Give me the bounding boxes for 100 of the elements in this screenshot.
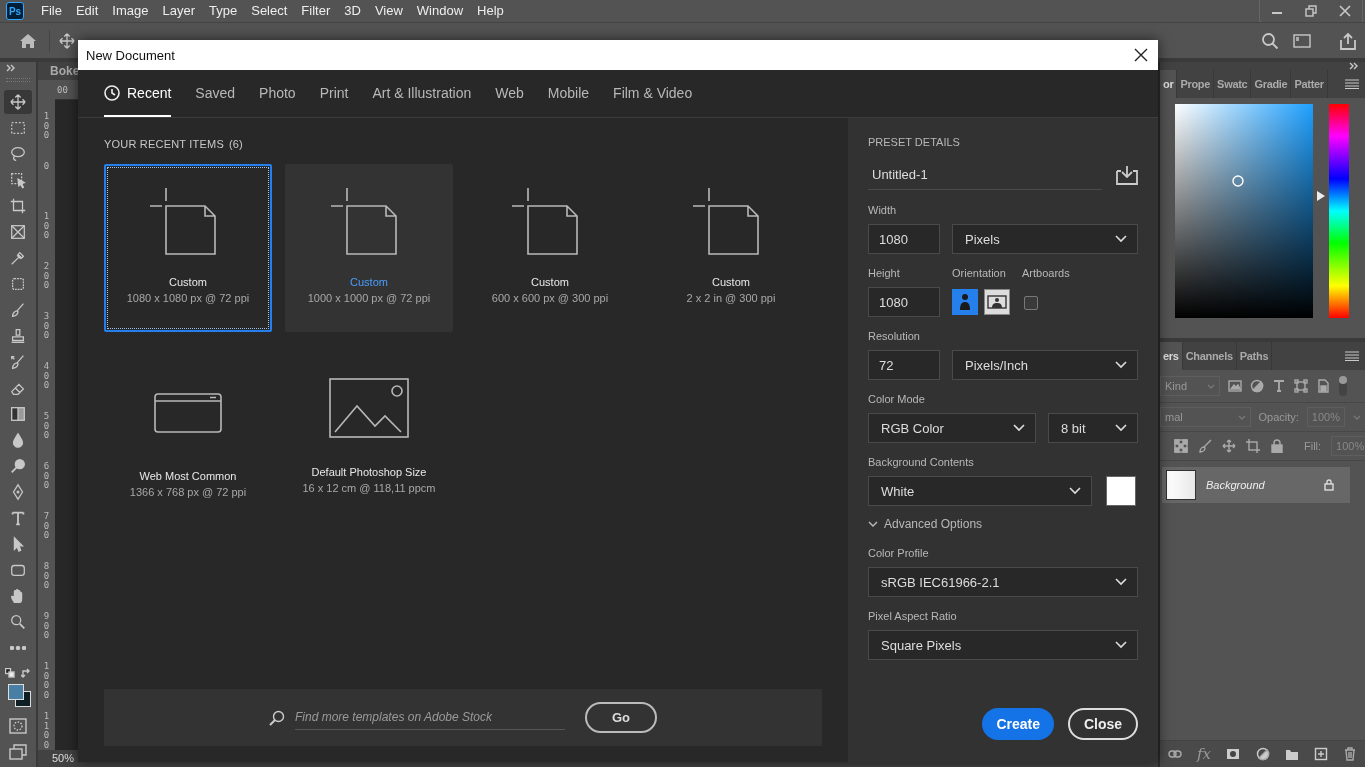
half-circle-icon[interactable] [1250, 379, 1264, 393]
workspace-icon[interactable] [1293, 33, 1311, 48]
panel-tab[interactable]: Swatc [1214, 70, 1252, 98]
preset-card[interactable]: Default Photoshop Size 16 x 12 cm @ 118,11 ppcm [285, 358, 453, 526]
chevron-down-icon [1207, 383, 1215, 389]
default-colors-icon[interactable] [5, 668, 15, 678]
type-tool-icon[interactable] [1272, 379, 1286, 393]
double-chevron-icon[interactable] [6, 64, 16, 72]
brush-icon [9, 301, 27, 319]
menu-item[interactable]: Image [105, 0, 156, 22]
unit-dropdown[interactable]: Pixels [952, 224, 1138, 254]
panel-tab[interactable]: Gradie [1251, 70, 1292, 98]
screen-mode-icon[interactable] [9, 744, 27, 760]
search-field[interactable]: Find more templates on Adobe Stock [295, 705, 565, 730]
tab[interactable]: Recent [104, 70, 172, 117]
panel-tab[interactable]: or [1160, 70, 1178, 98]
menu-item[interactable]: Type [202, 0, 245, 22]
menu-item[interactable]: Help [470, 0, 511, 22]
eyedropper-icon [9, 249, 27, 267]
portrait-button[interactable] [952, 289, 978, 315]
search-icon[interactable] [1261, 31, 1279, 50]
zoom-icon [9, 613, 27, 631]
trash-icon[interactable] [1343, 747, 1358, 761]
artboard-icon[interactable] [1246, 439, 1260, 453]
name-field[interactable]: Untitled-1 [868, 160, 1102, 190]
ruler-label: 0 [43, 162, 50, 173]
menu-item[interactable]: Filter [294, 0, 338, 22]
preset-card[interactable]: Custom 2 x 2 in @ 300 ppi [647, 164, 815, 332]
brush-icon[interactable] [1198, 439, 1212, 453]
background-dropdown[interactable]: White [868, 476, 1092, 506]
double-chevron-icon[interactable] [1349, 62, 1359, 70]
quick-mask-icon[interactable] [9, 718, 27, 734]
bit-depth-dropdown[interactable]: 8 bit [1048, 413, 1138, 443]
resolution-field[interactable]: 72 [868, 350, 940, 380]
panel-tab[interactable]: Patter [1291, 70, 1328, 98]
swap-colors-icon[interactable] [21, 668, 31, 678]
menu-icon[interactable] [1345, 79, 1359, 89]
move-icon[interactable] [58, 31, 76, 50]
width-field[interactable]: 1080 [868, 224, 940, 254]
link-icon[interactable] [1167, 747, 1182, 761]
image-icon[interactable] [1228, 379, 1242, 393]
share-icon[interactable] [1339, 31, 1357, 50]
lock-icon[interactable] [1270, 439, 1284, 453]
tool-button[interactable] [4, 90, 32, 114]
menu-item[interactable]: View [367, 0, 410, 22]
landscape-button[interactable] [984, 289, 1010, 315]
ruler-label: 900 [43, 612, 50, 642]
panel-tab[interactable]: Paths [1236, 342, 1273, 370]
go-button[interactable]: Go [585, 702, 657, 733]
mask-icon[interactable] [1226, 747, 1241, 761]
unit-dropdown[interactable]: Pixels/Inch [952, 350, 1138, 380]
new-layer-icon[interactable] [1314, 747, 1329, 761]
home-icon[interactable] [19, 32, 37, 49]
layer-thumbnail [1166, 470, 1196, 500]
chevron-down-icon[interactable] [868, 520, 878, 528]
menu-item[interactable]: Select [244, 0, 295, 22]
panel-tab[interactable]: ers [1160, 342, 1183, 370]
chevron-down-icon [1237, 414, 1246, 420]
ruler-label: 500 [43, 412, 50, 442]
selection-cursor-icon [9, 171, 27, 189]
menu-item[interactable]: Layer [155, 0, 203, 22]
toggle-icon[interactable] [1338, 375, 1348, 397]
artboards-checkbox[interactable] [1024, 296, 1038, 310]
folder-icon[interactable] [1284, 747, 1299, 761]
search-icon [269, 709, 285, 726]
menu-item[interactable]: Edit [68, 0, 106, 22]
smart-object-icon[interactable] [1316, 379, 1330, 393]
color-profile-dropdown[interactable]: sRGB IEC61966-2.1 [868, 567, 1138, 597]
transform-icon[interactable] [1294, 379, 1308, 393]
checkerboard-icon[interactable] [1174, 439, 1188, 453]
save-preset-icon[interactable] [1116, 165, 1138, 185]
dialog-title: New Document [86, 47, 175, 63]
panel-tab[interactable]: Prope [1177, 70, 1215, 98]
stamp-icon [9, 327, 27, 345]
preset-card[interactable]: Web Most Common 1366 x 768 px @ 72 ppi [104, 358, 272, 526]
create-button[interactable]: Create [982, 708, 1054, 740]
move-icon [9, 93, 27, 111]
layer-row[interactable]: Background [1162, 467, 1350, 503]
menu-item[interactable]: File [34, 0, 69, 22]
color-field[interactable] [1175, 104, 1313, 318]
preset-card[interactable]: Custom 1000 x 1000 px @ 72 ppi [285, 164, 453, 332]
color-mode-dropdown[interactable]: RGB Color [868, 413, 1036, 443]
menu-icon[interactable] [1345, 351, 1359, 361]
preset-card[interactable]: Custom 600 x 600 px @ 300 ppi [466, 164, 634, 332]
move-icon[interactable] [1222, 439, 1236, 453]
menu-item[interactable]: 3D [337, 0, 368, 22]
advanced-options-toggle[interactable]: Advanced Options [884, 517, 983, 531]
close-button[interactable]: Close [1068, 708, 1138, 740]
close-icon[interactable] [1134, 48, 1148, 62]
hue-pointer-icon[interactable] [1317, 191, 1325, 201]
pixel-aspect-dropdown[interactable]: Square Pixels [868, 630, 1138, 660]
menu-item[interactable]: Window [409, 0, 471, 22]
field-label: Pixel Aspect Ratio [868, 610, 958, 624]
half-circle-icon[interactable] [1255, 747, 1270, 761]
color-swatch[interactable] [1106, 476, 1136, 506]
ruler-label: 300 [43, 312, 50, 342]
height-field[interactable]: 1080 [868, 287, 940, 317]
preset-card[interactable]: Custom 1080 x 1080 px @ 72 ppi [104, 164, 272, 332]
panel-tab[interactable]: Channels [1182, 342, 1237, 370]
restore-icon[interactable] [1305, 4, 1317, 17]
